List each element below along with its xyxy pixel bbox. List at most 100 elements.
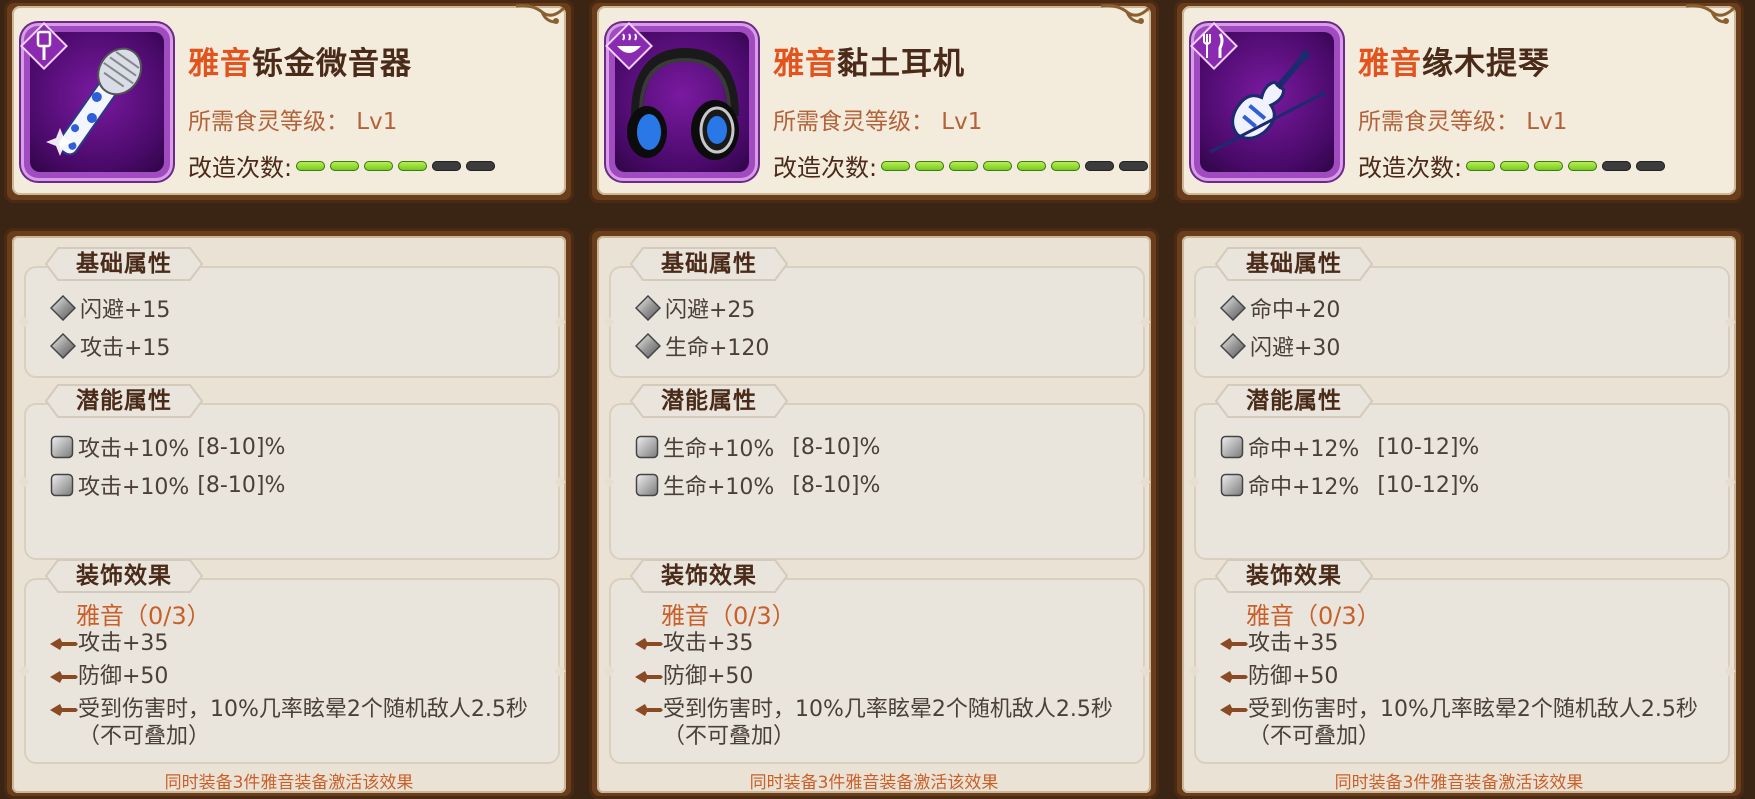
refine-pip-filled [915,160,945,171]
basic-attributes-section: 基础属性 命中+20 闪避+30 [1188,247,1736,378]
refine-count: 改造次数: [773,148,1149,183]
arrow-bullet-icon [50,638,78,650]
potential-stat: 攻击+10% [8-10]% [50,431,285,463]
equipment-panel: 雅音缘木提琴 所需食灵等级： Lv1 改造次数: 基础属性 命中+20 闪避+3… [1170,0,1750,799]
gem-icon [1220,295,1246,321]
arrow-bullet-icon [635,638,663,650]
fork-knife-icon [1190,22,1238,70]
section-tab: 基础属性 [1214,246,1374,282]
section-title: 潜能属性 [1246,388,1342,414]
corner-ornament-icon [1685,4,1736,24]
section-tab: 潜能属性 [1214,383,1374,419]
set-progress: 雅音（0/3） [1246,602,1381,630]
stat-range: [8-10]% [197,434,286,460]
stat-text: 闪避+30 [1250,336,1341,361]
section-tab: 基础属性 [44,246,204,282]
refine-pip-filled [364,160,394,171]
section-title: 潜能属性 [661,388,757,414]
level-requirement: 所需食灵等级： Lv1 [188,109,398,135]
set-effect: 防御+50 [50,663,540,690]
effect-text: 防御+50 [663,664,754,689]
decoration-effect-section: 装饰效果 雅音（0/3） 攻击+35 防御+50 受到伤害时，10%几率眩晕2个… [18,559,566,764]
arrow-bullet-icon [1220,638,1248,650]
item-icon-frame[interactable] [605,22,755,178]
stat-range: [8-10]% [792,434,881,460]
refine-pip-filled [1017,160,1047,171]
refine-pip-empty [432,160,462,171]
item-name-rest: 铄金微音器 [252,46,412,82]
refine-pip-filled [949,160,979,171]
stat-text: 命中+20 [1250,298,1341,323]
effect-text: 攻击+35 [1248,631,1339,656]
refine-pips [881,160,1149,171]
stat-text: 攻击+10% [78,437,190,462]
square-gem-icon [1220,435,1244,459]
basic-stat: 命中+20 [1220,292,1340,324]
section-title: 潜能属性 [76,388,172,414]
item-icon-frame[interactable] [20,22,170,178]
set-progress: 雅音（0/3） [661,602,796,630]
refine-pip-filled [881,160,911,171]
stat-text: 生命+10% [663,475,775,500]
refine-count: 改造次数: [188,148,496,183]
refine-label: 改造次数: [1358,154,1463,182]
basic-stat: 闪避+30 [1220,330,1340,362]
set-progress: 雅音（0/3） [76,602,211,630]
section-tab: 潜能属性 [44,383,204,419]
equipment-panel: 雅音铄金微音器 所需食灵等级： Lv1 改造次数: 基础属性 闪避+15 攻击+… [0,0,580,799]
square-gem-icon [1220,473,1244,497]
arrow-bullet-icon [635,671,663,683]
section-tab: 潜能属性 [629,383,789,419]
set-effect: 攻击+35 [1220,630,1710,657]
refine-pips [296,160,496,171]
section-tab: 装饰效果 [1214,558,1374,594]
effect-text: 攻击+35 [663,631,754,656]
refine-pip-filled [1534,160,1564,171]
set-effect: 防御+50 [635,663,1125,690]
refine-pip-empty [466,160,496,171]
stat-range: [8-10]% [792,472,881,498]
stat-text: 攻击+15 [80,336,171,361]
stat-text: 生命+120 [665,336,770,361]
gem-icon [50,333,76,359]
set-activation-hint: 同时装备3件雅音装备激活该效果 [164,773,414,793]
set-name: 雅音 [188,46,252,82]
effect-text: 攻击+35 [78,631,169,656]
effect-text: 受到伤害时，10%几率眩晕2个随机敌人2.5秒（不可叠加） [78,697,528,749]
basic-stat: 闪避+15 [50,292,170,324]
effect-text: 防御+50 [78,664,169,689]
potential-attributes-section: 潜能属性 命中+12% [10-12]% 命中+12% [10-12]% [1188,384,1736,560]
corner-ornament-icon [1100,4,1151,24]
refine-pip-filled [1500,160,1530,171]
square-gem-icon [635,473,659,497]
refine-pip-filled [330,160,360,171]
set-name: 雅音 [773,46,837,82]
potential-stat: 生命+10% [8-10]% [635,469,880,501]
refine-pip-filled [1466,160,1496,171]
equipment-panel: 雅音黏土耳机 所需食灵等级： Lv1 改造次数: 基础属性 闪避+25 生命+1… [585,0,1165,799]
item-name: 雅音缘木提琴 [1358,38,1550,83]
item-name-rest: 黏土耳机 [837,46,965,82]
basic-attributes-section: 基础属性 闪避+25 生命+120 [603,247,1151,378]
item-icon-frame[interactable] [1190,22,1340,178]
item-name-rest: 缘木提琴 [1422,46,1550,82]
arrow-bullet-icon [50,671,78,683]
set-activation-hint: 同时装备3件雅音装备激活该效果 [1334,773,1584,793]
refine-pip-filled [983,160,1013,171]
item-detail-card: 基础属性 命中+20 闪避+30 潜能属性 命中+12% [10-12]% 命中+… [1174,228,1744,799]
potential-stat: 生命+10% [8-10]% [635,431,880,463]
item-header-card: 雅音黏土耳机 所需食灵等级： Lv1 改造次数: [589,0,1159,203]
section-title: 基础属性 [76,251,172,277]
refine-pip-filled [1568,160,1598,171]
refine-pip-filled [296,160,326,171]
bowl-icon [605,22,653,70]
square-gem-icon [50,435,74,459]
spatula-icon [20,22,68,70]
section-title: 装饰效果 [1246,563,1342,589]
set-effect: 防御+50 [1220,663,1710,690]
set-activation-hint: 同时装备3件雅音装备激活该效果 [749,773,999,793]
item-detail-card: 基础属性 闪避+15 攻击+15 潜能属性 攻击+10% [8-10]% 攻击+1… [4,228,574,799]
section-tab: 基础属性 [629,246,789,282]
section-title: 装饰效果 [661,563,757,589]
decoration-effect-section: 装饰效果 雅音（0/3） 攻击+35 防御+50 受到伤害时，10%几率眩晕2个… [603,559,1151,764]
